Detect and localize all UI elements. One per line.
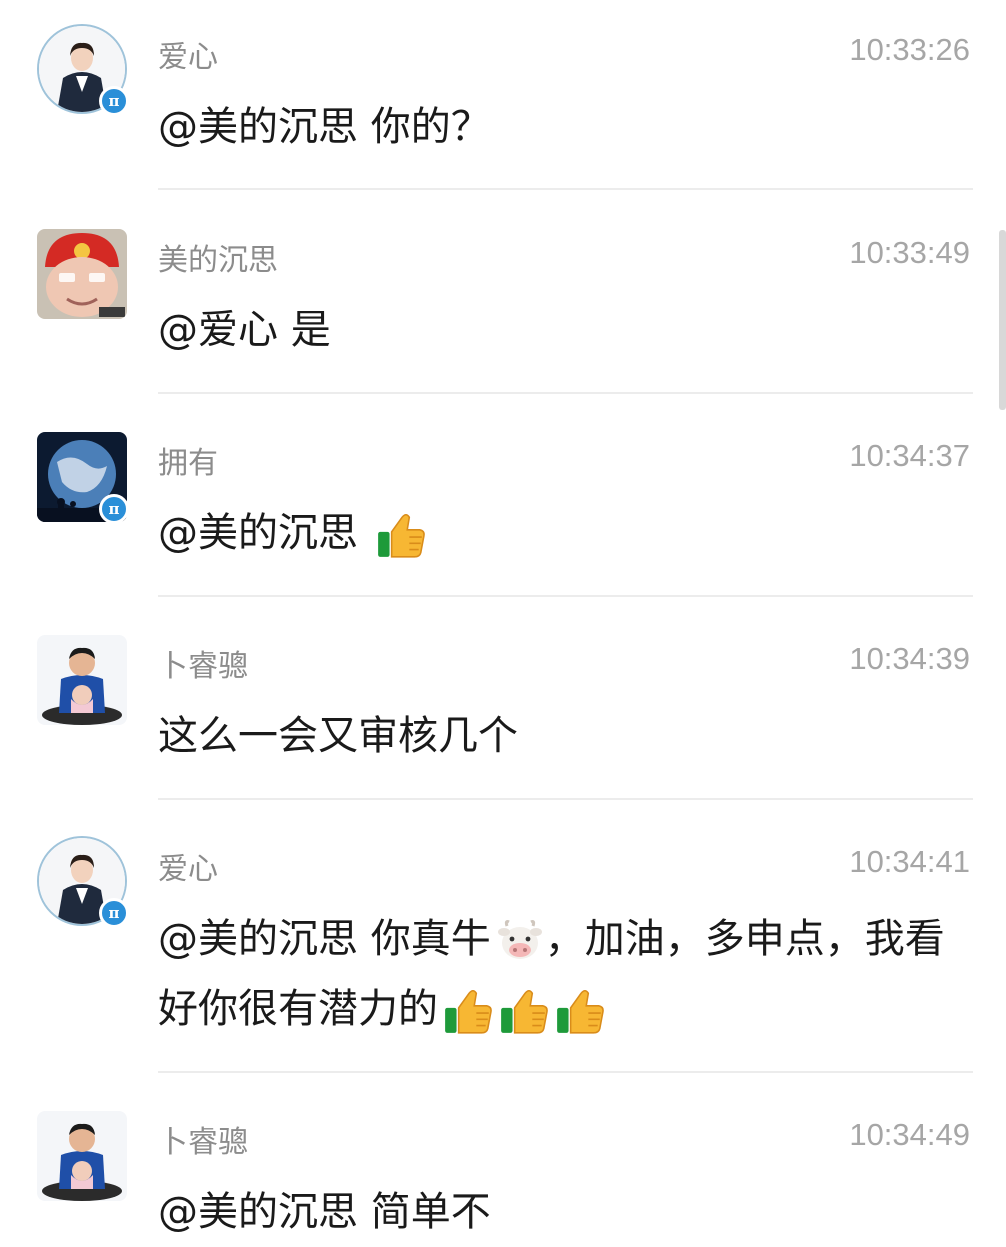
message-text: @美的沉思 你真牛 ，加油，多申点，我看好你很有潜力的: [158, 904, 948, 1044]
message-timestamp: 10:34:41: [849, 844, 970, 879]
message-text: @美的沉思 简单不: [158, 1177, 948, 1247]
message-text: @美的沉思 你的？: [158, 92, 948, 162]
message-divider: [158, 188, 973, 190]
thumbs-up-icon: [442, 985, 494, 1037]
message-item[interactable]: π 爱心 10:34:41 @美的沉思 你真牛 ，加油，多申点，我看好你很有潜力的: [0, 812, 1006, 1073]
message-item[interactable]: π 拥有 10:34:37 @美的沉思: [0, 406, 1006, 597]
sender-name: 美的沉思: [158, 243, 278, 278]
avatar[interactable]: π: [37, 24, 129, 116]
scrollbar[interactable]: [999, 230, 1006, 410]
message-text-span: @美的沉思 简单不: [158, 1189, 491, 1235]
message-timestamp: 10:33:49: [849, 235, 970, 270]
message-divider: [158, 1071, 973, 1073]
message-timestamp: 10:33:26: [849, 32, 970, 67]
message-text-span: 这么一会又审核几个: [158, 713, 518, 759]
cow-face-icon: [495, 916, 545, 966]
message-timestamp: 10:34:49: [849, 1117, 970, 1152]
message-text-span: @爱心 是: [158, 307, 331, 353]
pi-network-badge-icon: π: [99, 898, 129, 928]
avatar[interactable]: π: [37, 432, 129, 524]
message-text-span: @美的沉思 你真牛: [158, 916, 491, 962]
message-item[interactable]: 卜睿骢 10:34:49 @美的沉思 简单不: [0, 1085, 1006, 1247]
message-text: 这么一会又审核几个: [158, 701, 948, 771]
message-text: @爱心 是: [158, 295, 948, 365]
message-timestamp: 10:34:39: [849, 641, 970, 676]
pi-network-badge-icon: π: [99, 86, 129, 116]
avatar[interactable]: [37, 1111, 127, 1201]
avatar[interactable]: [37, 229, 127, 319]
message-timestamp: 10:34:37: [849, 438, 970, 473]
sender-name: 拥有: [158, 446, 218, 481]
sender-name: 卜睿骢: [158, 649, 248, 684]
thumbs-up-icon: [498, 985, 550, 1037]
message-item[interactable]: 卜睿骢 10:34:39 这么一会又审核几个: [0, 609, 1006, 800]
message-text: @美的沉思: [158, 498, 948, 568]
message-text-span: @美的沉思: [158, 510, 371, 556]
pi-network-badge-icon: π: [99, 494, 129, 524]
message-divider: [158, 798, 973, 800]
message-divider: [158, 392, 973, 394]
message-item[interactable]: 美的沉思 10:33:49 @爱心 是: [0, 203, 1006, 394]
thumbs-up-icon: [375, 509, 427, 561]
message-text-span: @美的沉思 你的？: [158, 104, 491, 150]
message-item[interactable]: π 爱心 10:33:26 @美的沉思 你的？: [0, 0, 1006, 190]
sender-name: 卜睿骢: [158, 1125, 248, 1160]
message-divider: [158, 595, 973, 597]
sender-name: 爱心: [158, 852, 218, 887]
thumbs-up-icon: [554, 985, 606, 1037]
avatar[interactable]: [37, 635, 127, 725]
avatar[interactable]: π: [37, 836, 129, 928]
sender-name: 爱心: [158, 40, 218, 75]
chat-message-list[interactable]: π 爱心 10:33:26 @美的沉思 你的？ 美的沉思 10:33:49 @爱…: [0, 0, 1006, 1247]
